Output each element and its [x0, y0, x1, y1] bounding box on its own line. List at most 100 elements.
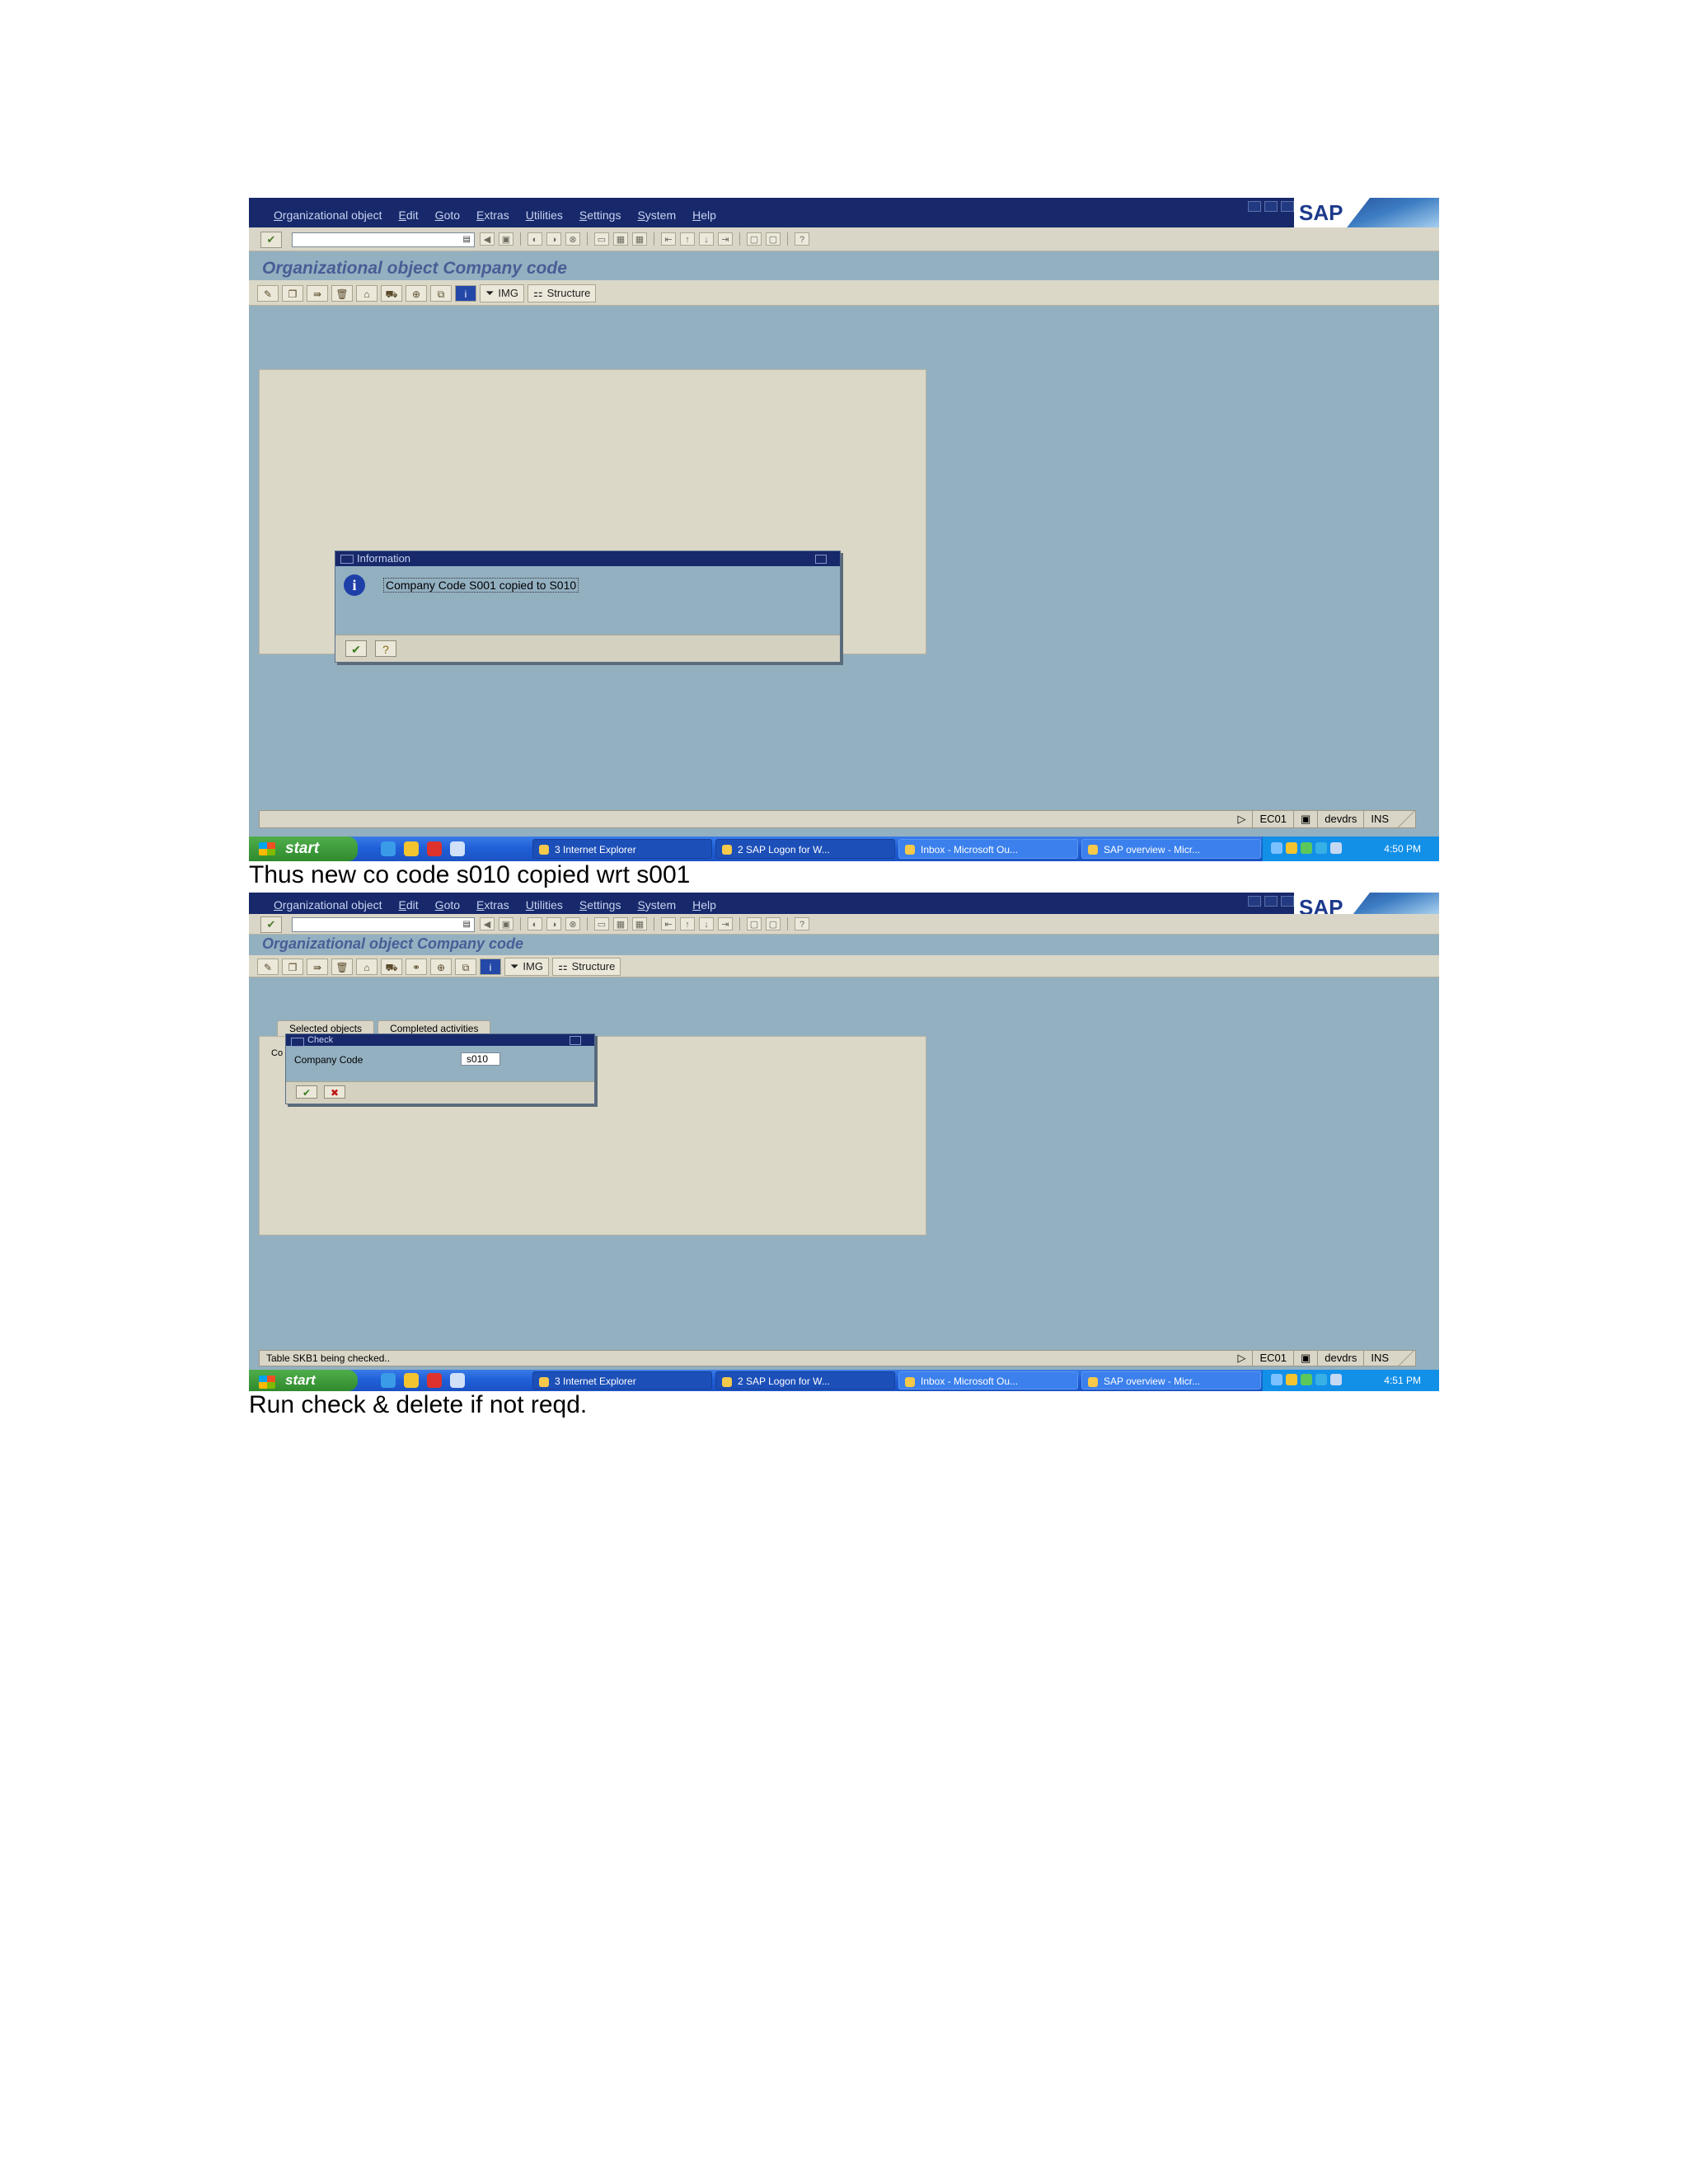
status-toggle-icon[interactable]: ▷ — [1231, 811, 1252, 827]
check-icon[interactable]: ⊕ — [406, 285, 427, 302]
find-next-icon[interactable]: ▦ — [632, 232, 647, 246]
cancel-button[interactable]: ✖ — [324, 1085, 345, 1099]
menu-system[interactable]: System — [637, 898, 676, 912]
next-page-icon[interactable]: ↓ — [699, 232, 714, 246]
continue-button[interactable]: ✔ — [296, 1085, 317, 1099]
tray-network-icon[interactable] — [1301, 1374, 1312, 1385]
menu-settings[interactable]: Settings — [579, 209, 621, 222]
previous-page-icon[interactable]: ↑ — [680, 232, 695, 246]
start-button[interactable]: start — [249, 837, 358, 861]
menu-utilities[interactable]: Utilities — [526, 209, 563, 222]
menu-utilities[interactable]: Utilities — [526, 898, 563, 912]
tray-globe-icon[interactable] — [1315, 1374, 1327, 1385]
copy-org-object-icon[interactable]: ⇛ — [307, 285, 328, 302]
outlook-quicklaunch-icon[interactable] — [404, 841, 419, 856]
ie-quicklaunch-icon[interactable] — [381, 1373, 396, 1388]
media-quicklaunch-icon[interactable] — [427, 841, 442, 856]
last-page-icon[interactable]: ⇥ — [718, 917, 733, 930]
close-window-icon[interactable] — [1281, 896, 1294, 907]
taskbar-sap-overview[interactable]: SAP overview - Micr... — [1081, 839, 1261, 859]
print-icon[interactable]: ▭ — [594, 917, 609, 930]
dialog-close-icon[interactable] — [815, 555, 827, 564]
tray-outlook-icon[interactable] — [1286, 1374, 1297, 1385]
enter-button[interactable]: ✔ — [260, 232, 282, 248]
save-icon[interactable]: ▣ — [499, 917, 513, 930]
export-icon[interactable]: ⧉ — [455, 958, 476, 975]
menu-goto[interactable]: Goto — [435, 898, 460, 912]
check-icon[interactable]: ⊕ — [430, 958, 452, 975]
taskbar-internet-explorer[interactable]: 3 Internet Explorer — [532, 1371, 712, 1390]
continue-button[interactable]: ✔ — [345, 640, 367, 657]
structure-button[interactable]: ⚏ Structure — [527, 284, 597, 302]
company-code-field[interactable]: s010 — [461, 1052, 500, 1066]
minimize-icon[interactable] — [1248, 896, 1261, 907]
structure-button[interactable]: ⚏ Structure — [551, 958, 621, 976]
menu-goto[interactable]: Goto — [435, 209, 460, 222]
tray-network-icon[interactable] — [1301, 842, 1312, 854]
command-field[interactable]: ▤ — [292, 917, 475, 932]
tray-outlook-icon[interactable] — [1286, 842, 1297, 854]
back-icon[interactable]: ◐ — [528, 917, 542, 930]
first-page-icon[interactable]: ⇤ — [661, 917, 676, 930]
delete-icon[interactable]: 🗑 — [331, 958, 353, 975]
exit-icon[interactable]: ◑ — [546, 232, 561, 246]
server-icon[interactable]: ▣ — [1293, 1351, 1317, 1366]
save-icon[interactable]: ▣ — [499, 232, 513, 246]
taskbar-inbox-outlook[interactable]: Inbox - Microsoft Ou... — [898, 839, 1078, 859]
taskbar-sap-overview[interactable]: SAP overview - Micr... — [1081, 1371, 1261, 1390]
change-icon[interactable]: ✎ — [257, 285, 279, 302]
back-arrow-icon[interactable]: ◀ — [480, 917, 495, 930]
hierarchy-icon[interactable]: ⌂ — [356, 958, 377, 975]
find-icon[interactable]: ▦ — [613, 917, 628, 930]
maximize-icon[interactable] — [1264, 201, 1278, 212]
dropdown-icon[interactable]: ▤ — [463, 235, 471, 244]
menu-organizational-object[interactable]: Organizational object — [274, 898, 382, 912]
menu-organizational-object[interactable]: Organizational object — [274, 209, 382, 222]
menu-system[interactable]: System — [637, 209, 676, 222]
menu-edit[interactable]: Edit — [399, 209, 419, 222]
dropdown-icon[interactable]: ▤ — [463, 920, 471, 929]
info-icon[interactable]: i — [455, 285, 476, 302]
previous-page-icon[interactable]: ↑ — [680, 917, 695, 930]
back-arrow-icon[interactable]: ◀ — [480, 232, 495, 246]
menu-help[interactable]: Help — [692, 898, 716, 912]
taskbar-sap-logon[interactable]: 2 SAP Logon for W... — [715, 839, 895, 859]
last-page-icon[interactable]: ⇥ — [718, 232, 733, 246]
taskbar-sap-logon[interactable]: 2 SAP Logon for W... — [715, 1371, 895, 1390]
export-icon[interactable]: ⧉ — [430, 285, 452, 302]
help-icon[interactable]: ? — [795, 232, 809, 246]
command-field[interactable]: ▤ — [292, 232, 475, 247]
new-session-icon[interactable]: ▢ — [747, 917, 762, 930]
transport-icon[interactable]: ⛟ — [381, 958, 402, 975]
find-icon[interactable]: ▦ — [613, 232, 628, 246]
enter-button[interactable]: ✔ — [260, 916, 282, 933]
copy-icon[interactable]: ❐ — [282, 285, 303, 302]
tray-globe-icon[interactable] — [1315, 842, 1327, 854]
change-icon[interactable]: ✎ — [257, 958, 279, 975]
dialog-help-button[interactable]: ? — [375, 640, 396, 657]
close-window-icon[interactable] — [1281, 201, 1294, 212]
link-icon[interactable]: ⚭ — [406, 958, 427, 975]
hierarchy-icon[interactable]: ⌂ — [356, 285, 377, 302]
desktop-quicklaunch-icon[interactable] — [450, 1373, 465, 1388]
menu-extras[interactable]: Extras — [476, 898, 509, 912]
copy-icon[interactable]: ❐ — [282, 958, 303, 975]
maximize-icon[interactable] — [1264, 896, 1278, 907]
outlook-quicklaunch-icon[interactable] — [404, 1373, 419, 1388]
taskbar-internet-explorer[interactable]: 3 Internet Explorer — [532, 839, 712, 859]
resize-grip[interactable] — [1395, 1351, 1415, 1366]
resize-grip[interactable] — [1395, 811, 1415, 827]
cancel-icon[interactable]: ⊗ — [565, 232, 580, 246]
tray-arrow-icon[interactable] — [1271, 1374, 1282, 1385]
back-icon[interactable]: ◐ — [528, 232, 542, 246]
exit-icon[interactable]: ◑ — [546, 917, 561, 930]
cancel-icon[interactable]: ⊗ — [565, 917, 580, 930]
info-icon[interactable]: i — [480, 958, 501, 975]
new-session-icon[interactable]: ▢ — [747, 232, 762, 246]
next-page-icon[interactable]: ↓ — [699, 917, 714, 930]
transport-icon[interactable]: ⛟ — [381, 285, 402, 302]
ie-quicklaunch-icon[interactable] — [381, 841, 396, 856]
status-toggle-icon[interactable]: ▷ — [1231, 1351, 1252, 1366]
dialog-close-icon[interactable] — [570, 1036, 581, 1045]
tray-arrow-icon[interactable] — [1271, 842, 1282, 854]
